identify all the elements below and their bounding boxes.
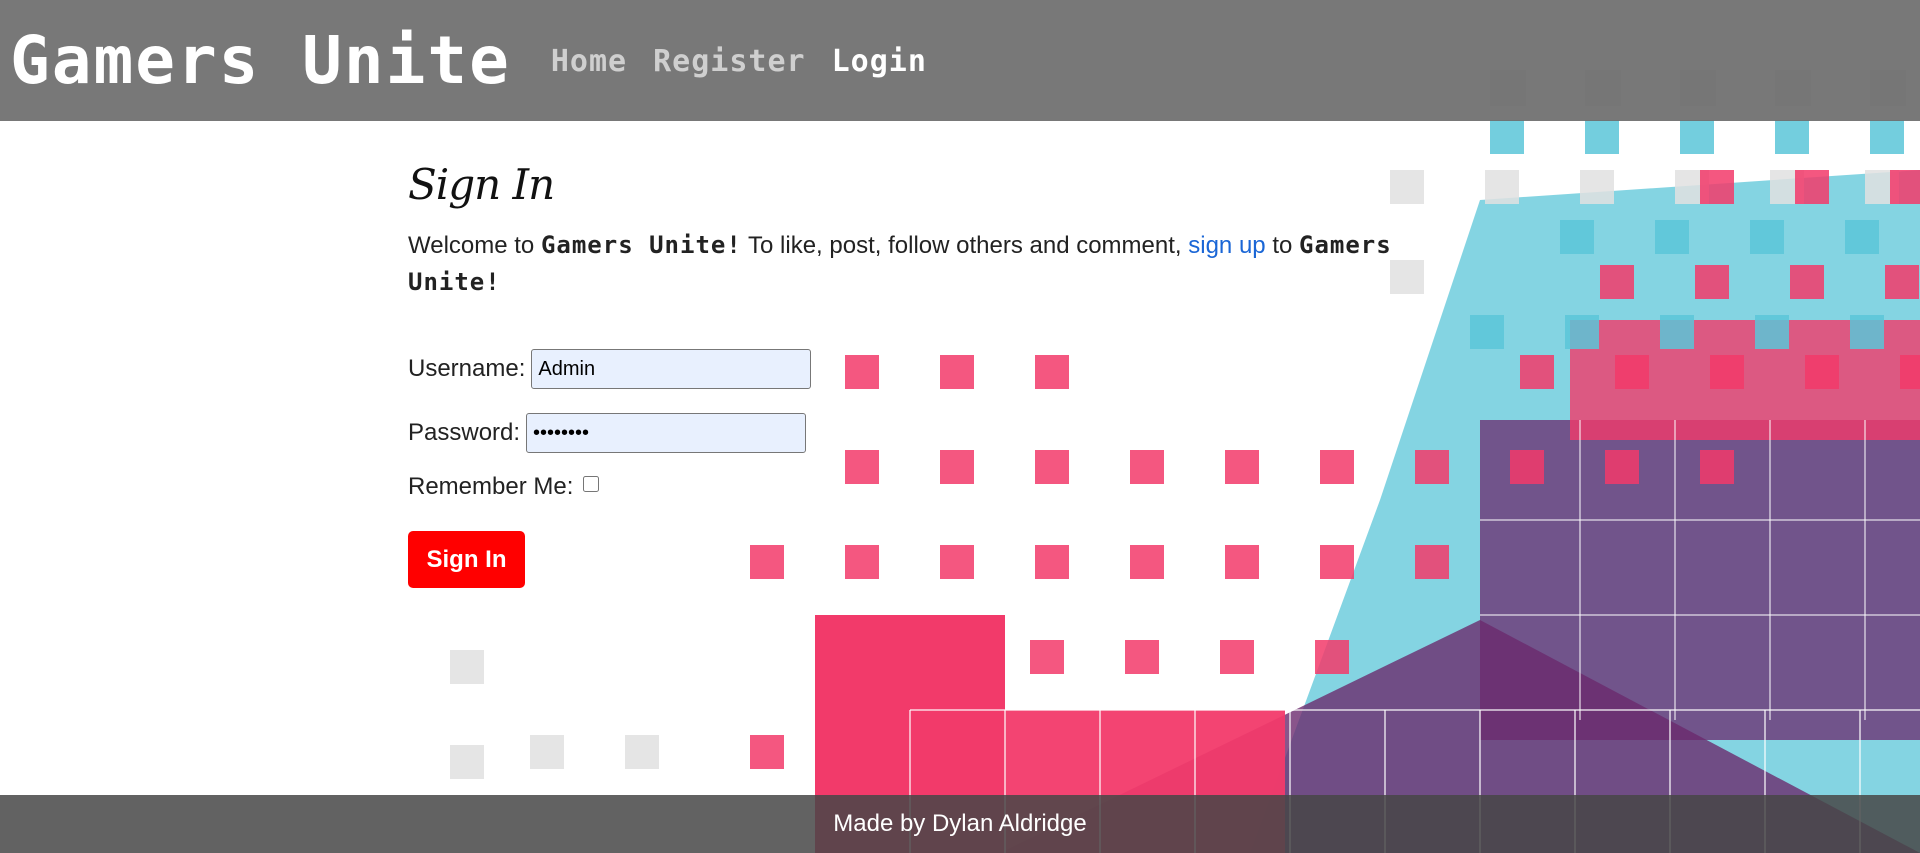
mosaic-shape xyxy=(450,650,484,684)
remember-row: Remember Me: xyxy=(408,473,1448,501)
mosaic-shape xyxy=(1900,355,1920,389)
mosaic-shape xyxy=(1710,355,1744,389)
signin-form-container: Sign In Welcome to Gamers Unite! To like… xyxy=(408,160,1448,588)
mosaic-shape xyxy=(1220,640,1254,674)
mosaic-shape xyxy=(1315,640,1349,674)
mosaic-shape xyxy=(1565,315,1599,349)
mosaic-shape xyxy=(1560,220,1594,254)
mosaic-shape xyxy=(1660,315,1694,349)
mosaic-shape xyxy=(750,735,784,769)
mosaic-shape xyxy=(1795,170,1829,204)
mosaic-shape xyxy=(1655,220,1689,254)
mosaic-shape xyxy=(1510,450,1544,484)
username-row: Username: xyxy=(408,349,1448,389)
mosaic-shape xyxy=(450,745,484,779)
mosaic-shape xyxy=(1485,170,1519,204)
mosaic-shape xyxy=(1615,355,1649,389)
remember-label: Remember Me: xyxy=(408,473,574,500)
mosaic-shape xyxy=(1790,265,1824,299)
mosaic-shape xyxy=(1695,265,1729,299)
mosaic-shape xyxy=(1490,120,1524,154)
nav-login-link[interactable]: Login xyxy=(832,44,927,79)
mosaic-shape xyxy=(1680,120,1714,154)
welcome-to: to xyxy=(1272,232,1293,259)
mosaic-shape xyxy=(1030,640,1064,674)
mosaic-shape xyxy=(1750,220,1784,254)
mosaic-shape xyxy=(1520,355,1554,389)
username-input[interactable] xyxy=(531,349,812,389)
mosaic-shape xyxy=(1470,315,1504,349)
nav-home-link[interactable]: Home xyxy=(551,44,627,79)
page-title: Sign In xyxy=(408,160,555,209)
mosaic-shape xyxy=(1805,355,1839,389)
mosaic-shape xyxy=(1870,120,1904,154)
username-label: Username: xyxy=(408,355,526,382)
mosaic-shape xyxy=(1700,170,1734,204)
footer-credit: Made by Dylan Aldridge xyxy=(833,810,1087,837)
mosaic-shape xyxy=(1700,450,1734,484)
welcome-brand: Gamers Unite! xyxy=(540,231,742,259)
mosaic-shape xyxy=(1580,170,1614,204)
remember-checkbox[interactable] xyxy=(583,476,600,492)
mosaic-shape xyxy=(1850,315,1884,349)
site-footer: Made by Dylan Aldridge xyxy=(0,795,1920,853)
mosaic-shape xyxy=(1890,170,1920,204)
mosaic-shape xyxy=(1755,315,1789,349)
main-nav: Home Register Login xyxy=(551,44,927,79)
mosaic-shape xyxy=(1125,640,1159,674)
mosaic-shape xyxy=(1845,220,1879,254)
site-brand[interactable]: Gamers Unite xyxy=(10,27,511,94)
welcome-prefix: Welcome to xyxy=(408,232,535,259)
welcome-message: Welcome to Gamers Unite! To like, post, … xyxy=(408,227,1448,301)
mosaic-shape xyxy=(1885,265,1919,299)
mosaic-shape xyxy=(530,735,564,769)
mosaic-shape xyxy=(1600,265,1634,299)
mosaic-shape xyxy=(1775,120,1809,154)
signin-button[interactable]: Sign In xyxy=(408,531,525,588)
mosaic-shape xyxy=(625,735,659,769)
nav-register-link[interactable]: Register xyxy=(653,44,806,79)
password-row: Password: xyxy=(408,413,1448,453)
site-header: Gamers Unite Home Register Login xyxy=(0,0,1920,121)
password-input[interactable] xyxy=(526,413,807,453)
mosaic-shape xyxy=(1585,120,1619,154)
welcome-middle: To like, post, follow others and comment… xyxy=(748,232,1182,259)
password-label: Password: xyxy=(408,419,521,446)
mosaic-shape xyxy=(1605,450,1639,484)
signup-link[interactable]: sign up xyxy=(1188,232,1265,259)
